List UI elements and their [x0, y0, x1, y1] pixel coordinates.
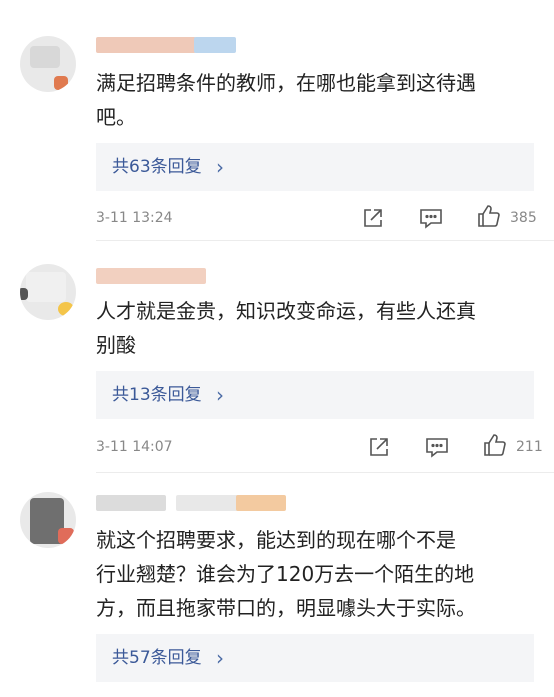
comment-text-line: 就这个招聘要求，能达到的现在哪个不是 — [96, 528, 456, 552]
chevron-right-icon: › — [216, 646, 224, 670]
replies-link[interactable]: 共57条回复 › — [96, 634, 534, 682]
avatar[interactable] — [20, 492, 76, 548]
comment-text-line: 方，而且拖家带口的，明显噱头大于实际。 — [96, 596, 476, 620]
comment-text-line: 行业翘楚？谁会为了120万去一个陌生的地 — [96, 562, 475, 586]
comment-text: 就这个招聘要求，能达到的现在哪个不是 行业翘楚？谁会为了120万去一个陌生的地 … — [96, 523, 536, 625]
comment-item: 就这个招聘要求，能达到的现在哪个不是 行业翘楚？谁会为了120万去一个陌生的地 … — [0, 0, 554, 697]
username-blurred[interactable] — [96, 495, 286, 511]
replies-label: 共57条回复 — [112, 648, 202, 668]
